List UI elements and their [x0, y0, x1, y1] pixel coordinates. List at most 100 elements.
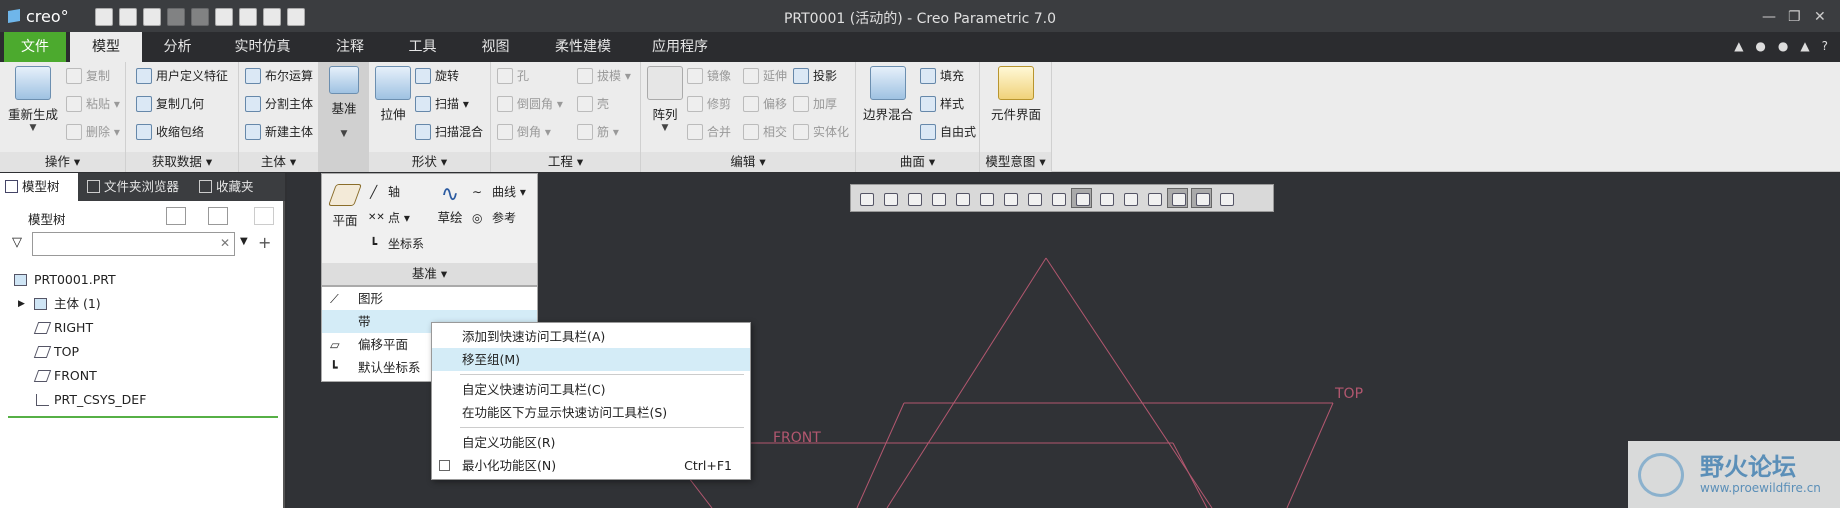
- zoom-in-icon[interactable]: [879, 188, 900, 208]
- community-icon[interactable]: ●: [1778, 39, 1788, 53]
- pattern-button[interactable]: 阵列 ▼: [645, 66, 685, 133]
- sketch-button[interactable]: ∿ 草绘: [432, 182, 468, 226]
- component-interface-button[interactable]: 元件界面: [984, 66, 1048, 123]
- tab-folder-browser[interactable]: 文件夹浏览器: [82, 173, 190, 201]
- axis-button[interactable]: ╱ 轴: [366, 182, 400, 202]
- view-manager-icon[interactable]: [999, 188, 1020, 208]
- sweep-blend-button[interactable]: 扫描混合: [413, 122, 483, 142]
- menu-item-customize-ribbon[interactable]: 自定义功能区(R): [432, 431, 750, 454]
- zoom-out-icon[interactable]: [903, 188, 924, 208]
- settings-icon[interactable]: [166, 207, 186, 225]
- boundary-blend-button[interactable]: 边界混合: [860, 66, 916, 123]
- thicken-button[interactable]: 加厚: [791, 94, 837, 114]
- split-body-button[interactable]: 分割主体: [243, 94, 313, 114]
- pause-icon[interactable]: [1215, 188, 1236, 208]
- filter-icon[interactable]: ▽: [12, 235, 22, 250]
- draft-button[interactable]: 拔模 ▾: [575, 66, 631, 86]
- list-item-graph[interactable]: ⟋ 图形: [322, 287, 537, 310]
- sweep-button[interactable]: 扫描 ▾: [413, 94, 469, 114]
- tree-item-csys[interactable]: PRT_CSYS_DEF: [34, 389, 146, 411]
- point-button[interactable]: ✕✕ 点 ▾: [366, 208, 410, 228]
- copy-geometry-button[interactable]: 复制几何: [134, 94, 204, 114]
- perspective-icon[interactable]: [1023, 188, 1044, 208]
- style-button[interactable]: 样式: [918, 94, 964, 114]
- plane-display-icon[interactable]: [1071, 188, 1092, 208]
- boolean-button[interactable]: 布尔运算: [243, 66, 313, 86]
- refit-icon[interactable]: [855, 188, 876, 208]
- shrinkwrap-button[interactable]: 收缩包络: [134, 122, 204, 142]
- annotation-display-icon[interactable]: [1167, 188, 1188, 208]
- tab-model[interactable]: 模型: [70, 32, 142, 62]
- menu-item-add-to-qat[interactable]: 添加到快速访问工具栏(A): [432, 325, 750, 348]
- tab-model-tree[interactable]: 模型树: [0, 173, 78, 201]
- csys-button[interactable]: ┗ 坐标系: [366, 234, 424, 254]
- new-body-button[interactable]: 新建主体: [243, 122, 313, 142]
- solidify-button[interactable]: 实体化: [791, 122, 849, 142]
- curve-button[interactable]: ∼ 曲线 ▾: [470, 182, 526, 202]
- tab-file[interactable]: 文件: [4, 32, 66, 62]
- menu-item-customize-qat[interactable]: 自定义快速访问工具栏(C): [432, 378, 750, 401]
- tab-live-simulation[interactable]: 实时仿真: [225, 32, 300, 62]
- revolve-button[interactable]: 旋转: [413, 66, 459, 86]
- udf-button[interactable]: 用户定义特征: [134, 66, 228, 86]
- reference-button[interactable]: ◎ 参考: [470, 208, 516, 228]
- datum-panel-footer[interactable]: 基准 ▾: [322, 263, 537, 285]
- freeform-button[interactable]: 自由式: [918, 122, 976, 142]
- tree-item-front[interactable]: FRONT: [33, 365, 97, 387]
- plane-button[interactable]: 平面: [327, 184, 363, 229]
- group-label-shape[interactable]: 形状 ▾: [369, 152, 490, 172]
- trim-button[interactable]: 修剪: [685, 94, 731, 114]
- group-label-operations[interactable]: 操作 ▾: [0, 152, 125, 172]
- tab-favorites[interactable]: 收藏夹: [194, 173, 278, 201]
- delete-button[interactable]: 删除 ▾: [64, 122, 120, 142]
- project-button[interactable]: 投影: [791, 66, 837, 86]
- tree-item-body[interactable]: ▶ 主体 (1): [18, 293, 101, 315]
- minimize-icon[interactable]: —: [1762, 9, 1776, 25]
- group-label-model-intent[interactable]: 模型意图 ▾: [980, 152, 1051, 172]
- add-column-icon[interactable]: +: [258, 233, 271, 252]
- rib-button[interactable]: 筋 ▾: [575, 122, 619, 142]
- group-label-body[interactable]: 主体 ▾: [239, 152, 318, 172]
- shell-button[interactable]: 壳: [575, 94, 609, 114]
- axis-display-icon[interactable]: [1095, 188, 1116, 208]
- user-icon[interactable]: ●: [1755, 39, 1765, 53]
- saved-orientations-icon[interactable]: [975, 188, 996, 208]
- show-icon[interactable]: [208, 207, 228, 225]
- extrude-button[interactable]: 拉伸: [373, 66, 413, 123]
- expand-icon[interactable]: ▶: [18, 293, 25, 315]
- learning-icon[interactable]: ▲: [1800, 39, 1809, 53]
- collapse-ribbon-icon[interactable]: ▲: [1734, 39, 1743, 53]
- filter-settings-icon[interactable]: [254, 207, 274, 225]
- round-button[interactable]: 倒圆角 ▾: [495, 94, 563, 114]
- search-dropdown-icon[interactable]: ▼: [240, 236, 248, 247]
- tab-applications[interactable]: 应用程序: [645, 32, 715, 62]
- extend-button[interactable]: 延伸: [741, 66, 787, 86]
- tab-flexible-modeling[interactable]: 柔性建模: [548, 32, 618, 62]
- datum-button[interactable]: 基准 ▼: [324, 66, 364, 139]
- merge-button[interactable]: 合并: [685, 122, 731, 142]
- copy-button[interactable]: 复制: [64, 66, 110, 86]
- tree-item-right[interactable]: RIGHT: [33, 317, 93, 339]
- section-icon[interactable]: [1047, 188, 1068, 208]
- display-style-icon[interactable]: [951, 188, 972, 208]
- menu-item-move-to-group[interactable]: 移至组(M): [432, 348, 750, 371]
- intersect-button[interactable]: 相交: [741, 122, 787, 142]
- tab-analysis[interactable]: 分析: [150, 32, 205, 62]
- tab-view[interactable]: 视图: [468, 32, 523, 62]
- group-label-get-data[interactable]: 获取数据 ▾: [126, 152, 238, 172]
- repaint-icon[interactable]: [927, 188, 948, 208]
- group-label-engineering[interactable]: 工程 ▾: [491, 152, 640, 172]
- tab-annotate[interactable]: 注释: [320, 32, 380, 62]
- model-tree-search-input[interactable]: [32, 232, 235, 256]
- tree-item-part[interactable]: PRT0001.PRT: [14, 269, 116, 291]
- help-icon[interactable]: ?: [1822, 39, 1828, 53]
- regenerate-button[interactable]: 重新生成 ▼: [4, 66, 62, 133]
- fill-button[interactable]: 填充: [918, 66, 964, 86]
- paste-button[interactable]: 粘贴 ▾: [64, 94, 120, 114]
- maximize-icon[interactable]: ❐: [1788, 9, 1801, 25]
- mirror-button[interactable]: 镜像: [685, 66, 731, 86]
- offset-button[interactable]: 偏移: [741, 94, 787, 114]
- checkbox-icon[interactable]: [439, 460, 450, 471]
- spin-center-icon[interactable]: [1191, 188, 1212, 208]
- tab-tools[interactable]: 工具: [395, 32, 450, 62]
